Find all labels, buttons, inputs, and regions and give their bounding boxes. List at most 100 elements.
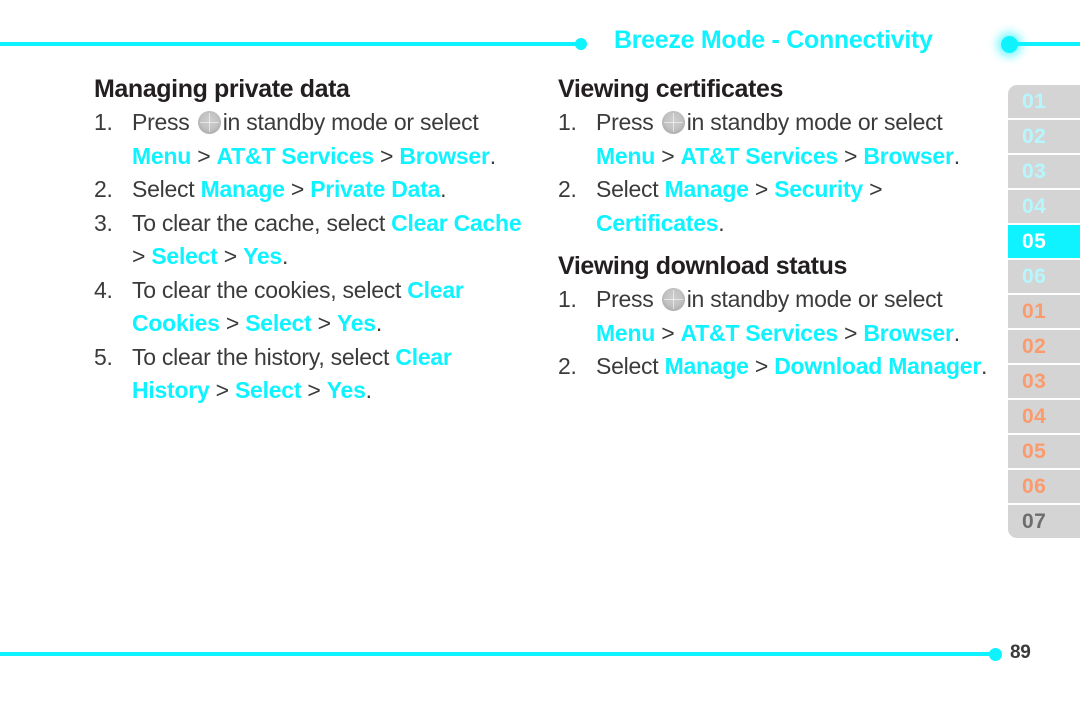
menu-path-token: Private Data [310,176,441,202]
path-separator: > [655,142,681,169]
menu-path-token: Manage [664,176,749,202]
path-separator: > [284,176,311,202]
menu-path-token: Menu [596,142,656,169]
section-heading: Managing private data [94,75,350,103]
tabstrip-item-4[interactable]: 05 [1008,225,1080,258]
path-separator: > [837,319,864,346]
step-text: in standby mode or select [686,109,943,135]
tabstrip-item-11[interactable]: 06 [1008,470,1080,503]
tabstrip-item-1[interactable]: 02 [1008,120,1080,153]
step-text: Select [596,176,665,202]
step-text: . [281,243,289,269]
menu-path-token: Manage [200,176,285,202]
step-number: 1. [558,286,577,312]
path-separator: > [748,176,775,202]
menu-path-token: Select [151,243,218,269]
step-text: . [981,353,988,379]
tabstrip-item-8[interactable]: 03 [1008,365,1080,398]
menu-path-token: Clear Cache [391,209,522,236]
step-text: . [953,142,960,169]
step-text: To clear the history, select [132,343,396,370]
step-text: Press [132,109,196,135]
path-separator: > [219,310,246,336]
step-text: in standby mode or select [686,286,943,312]
path-separator: > [862,176,883,202]
tabstrip-item-6[interactable]: 01 [1008,295,1080,328]
step-text: . [953,319,960,346]
step-number: 1. [94,109,113,135]
instruction-step: 3. To clear the cache, select Clear Cache… [94,207,534,274]
step-text: . [440,176,447,202]
path-separator: > [311,310,337,336]
left-content-column: Managing private data 1. Press in standby … [94,72,534,408]
instruction-step: 1. Press in standby mode or select Menu >… [558,106,988,173]
step-text: To clear the cache, select [132,209,392,236]
step-number: 3. [94,209,113,236]
instruction-step: 2. Select Manage > Download Manager. [558,350,988,384]
menu-path-token: AT&T Services [680,142,839,169]
tabstrip-item-0[interactable]: 01 [1008,85,1080,118]
step-text: Select [132,176,201,202]
navigation-key-icon [661,288,685,311]
path-separator: > [748,353,775,379]
menu-path-token: AT&T Services [680,319,839,346]
section-heading: Viewing certificates [558,75,783,103]
menu-path-token: Browser [863,319,954,346]
step-text: Press [596,109,660,135]
menu-path-token: Select [234,377,302,403]
tabstrip-item-12[interactable]: 07 [1008,505,1080,538]
header-dot-left [575,38,587,50]
footer-rule [0,652,995,656]
instruction-list: 1. Press in standby mode or select Menu >… [94,106,534,408]
step-text: To clear the cookies, select [132,276,408,303]
step-text: . [375,310,382,336]
tabstrip-item-9[interactable]: 04 [1008,400,1080,433]
menu-path-token: Yes [326,377,366,403]
right-content-column: Viewing certificates 1. Press in standby m… [558,72,988,384]
page-footer: 89 [0,636,1080,676]
tabstrip-item-5[interactable]: 06 [1008,260,1080,293]
instruction-step: 5. To clear the history, select Clear His… [94,341,534,408]
path-separator: > [132,243,152,269]
step-text: Select [596,353,665,379]
instruction-step: 2. Select Manage > Private Data. [94,173,534,207]
instruction-step: 1. Press in standby mode or select Menu >… [94,106,534,173]
path-separator: > [217,243,244,269]
tabstrip-item-10[interactable]: 05 [1008,435,1080,468]
step-text: Press [596,286,660,312]
tabstrip-item-2[interactable]: 03 [1008,155,1080,188]
section-heading: Viewing download status [558,252,847,280]
menu-path-token: Yes [336,310,376,336]
page-header: Breeze Mode - Connectivity [0,0,1080,72]
instruction-step: 2. Select Manage > Security > Certificate… [558,173,988,240]
step-number: 5. [94,343,113,370]
footer-dot [989,648,1002,661]
instruction-step: 4. To clear the cookies, select Clear Coo… [94,274,534,341]
path-separator: > [301,377,327,403]
menu-path-token: AT&T Services [216,142,375,169]
step-number: 2. [558,176,577,202]
path-separator: > [191,142,217,169]
menu-path-token: Select [245,310,312,336]
instruction-list: 1. Press in standby mode or select Menu >… [558,106,988,240]
page-number: 89 [1010,642,1031,663]
menu-path-token: Browser [399,142,490,169]
path-separator: > [837,142,864,169]
tabstrip-item-3[interactable]: 04 [1008,190,1080,223]
step-text: . [489,142,496,169]
step-number: 2. [94,176,113,202]
menu-path-token: Menu [596,319,656,346]
path-separator: > [655,319,681,346]
navigation-key-icon [661,111,685,134]
path-separator: > [209,377,235,403]
menu-path-token: Menu [132,142,192,169]
page-index-tabstrip[interactable]: 01 02 03 04 05 06 01 02 03 04 05 06 07 [1008,85,1080,538]
step-text: . [365,377,372,403]
menu-path-token: Certificates [596,209,719,236]
step-text: in standby mode or select [222,109,479,135]
tabstrip-item-7[interactable]: 02 [1008,330,1080,363]
step-number: 4. [94,276,113,303]
step-text: . [718,209,725,236]
menu-path-token: Yes [243,243,282,269]
